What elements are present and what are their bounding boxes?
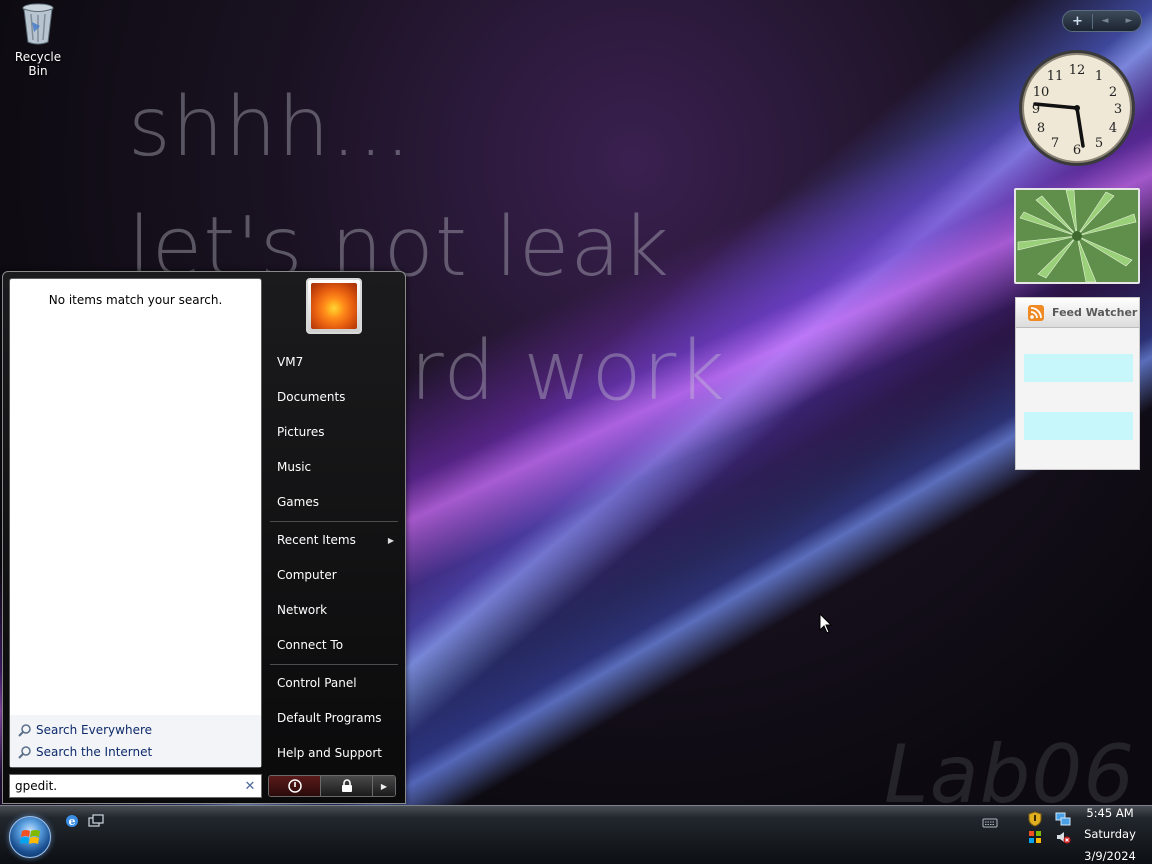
start-item-help-support[interactable]: Help and Support [270, 736, 398, 771]
clock-numeral: 11 [1047, 69, 1064, 84]
add-gadget-button[interactable]: + [1063, 13, 1093, 29]
clock-numeral: 7 [1051, 136, 1059, 151]
clock-numeral: 8 [1037, 121, 1045, 136]
start-menu-results-pane: No items match your search. Search Every… [9, 278, 262, 768]
svg-text:e: e [69, 815, 76, 828]
clear-search-icon[interactable]: ✕ [239, 779, 261, 794]
security-shield-icon[interactable] [1027, 811, 1043, 827]
start-menu: No items match your search. Search Every… [2, 271, 406, 804]
clock-numeral: 5 [1095, 136, 1103, 151]
clock-numeral: 1 [1095, 69, 1103, 84]
feed-watcher-gadget[interactable]: Feed Watcher [1015, 297, 1140, 470]
search-icon [18, 723, 31, 737]
sidebar-controls: + ◄ ► [1062, 10, 1142, 32]
internet-explorer-icon[interactable]: e [64, 813, 80, 829]
start-menu-places: VM7 Documents Pictures Music Games Recen… [270, 345, 398, 771]
start-item-user[interactable]: VM7 [270, 345, 398, 380]
windows-logo-icon [20, 830, 40, 844]
volume-muted-icon[interactable] [1055, 829, 1071, 845]
windows-update-icon[interactable] [1027, 829, 1043, 845]
prev-gadget-button[interactable]: ◄ [1093, 16, 1117, 26]
taskbar-day[interactable]: Saturday [1078, 827, 1142, 841]
taskbar-date[interactable]: 3/9/2024 [1078, 849, 1142, 863]
start-item-network[interactable]: Network [270, 593, 398, 628]
search-links: Search Everywhere Search the Internet [10, 715, 261, 767]
desktop-icon-label: Recycle Bin [14, 50, 62, 78]
slideshow-gadget[interactable] [1014, 188, 1140, 284]
clock-numeral: 2 [1109, 85, 1117, 100]
taskbar: e 5:45 AM Saturday 3/9/2024 [0, 805, 1152, 864]
feed-watcher-title: Feed Watcher [1052, 306, 1138, 319]
clock-numeral: 6 [1073, 143, 1081, 158]
search-internet-link[interactable]: Search the Internet [10, 741, 261, 763]
start-item-music[interactable]: Music [270, 450, 398, 485]
feed-watcher-header: Feed Watcher [1016, 298, 1139, 328]
wallpaper-text: rd work [410, 324, 726, 419]
rss-icon [1028, 304, 1044, 321]
start-search-input[interactable] [15, 779, 239, 793]
recycle-bin-icon [20, 2, 56, 46]
start-item-label: Recent Items [277, 533, 356, 547]
clock-gadget[interactable]: 12 1 2 3 4 5 6 7 8 9 10 11 [1017, 48, 1137, 168]
feed-item[interactable] [1024, 354, 1133, 382]
taskbar-time[interactable]: 5:45 AM [1078, 806, 1142, 820]
start-item-control-panel[interactable]: Control Panel [270, 666, 398, 701]
start-item-recent-items[interactable]: Recent Items ▶ [270, 523, 398, 558]
keyboard-icon[interactable] [982, 815, 998, 831]
start-item-default-programs[interactable]: Default Programs [270, 701, 398, 736]
next-gadget-button[interactable]: ► [1117, 16, 1141, 26]
menu-separator [270, 664, 398, 665]
start-item-games[interactable]: Games [270, 485, 398, 520]
search-link-label: Search the Internet [36, 745, 153, 759]
clock-numeral: 10 [1033, 85, 1050, 100]
switch-windows-icon[interactable] [88, 813, 104, 829]
wallpaper-text: shhh... [128, 80, 412, 175]
clock-numeral: 3 [1114, 102, 1122, 117]
power-icon [287, 779, 302, 793]
clock-numeral: 12 [1069, 63, 1086, 78]
clock-numeral: 4 [1109, 121, 1117, 136]
mouse-cursor-icon [819, 612, 833, 635]
lock-icon [341, 779, 352, 792]
feed-item[interactable] [1024, 412, 1133, 440]
no-results-message: No items match your search. [48, 293, 223, 307]
slideshow-image [1016, 190, 1138, 282]
start-button[interactable] [9, 816, 51, 858]
desktop-icon-recycle-bin[interactable]: Recycle Bin [4, 2, 72, 78]
start-item-connect-to[interactable]: Connect To [270, 628, 398, 663]
search-icon [18, 745, 31, 759]
start-item-documents[interactable]: Documents [270, 380, 398, 415]
search-everywhere-link[interactable]: Search Everywhere [10, 719, 261, 741]
search-link-label: Search Everywhere [36, 723, 152, 737]
user-avatar[interactable] [306, 278, 362, 334]
start-item-computer[interactable]: Computer [270, 558, 398, 593]
menu-separator [270, 521, 398, 522]
start-item-pictures[interactable]: Pictures [270, 415, 398, 450]
shutdown-options-arrow-icon[interactable]: ▶ [373, 776, 395, 796]
power-button[interactable] [269, 776, 321, 796]
power-bar: ▶ [268, 775, 396, 797]
submenu-arrow-icon: ▶ [387, 536, 394, 545]
start-search-box: ✕ [9, 774, 262, 798]
network-icon[interactable] [1055, 811, 1071, 827]
user-picture-flower [311, 283, 357, 329]
lock-button[interactable] [321, 776, 373, 796]
wallpaper-watermark: Lab06 [884, 728, 1136, 805]
